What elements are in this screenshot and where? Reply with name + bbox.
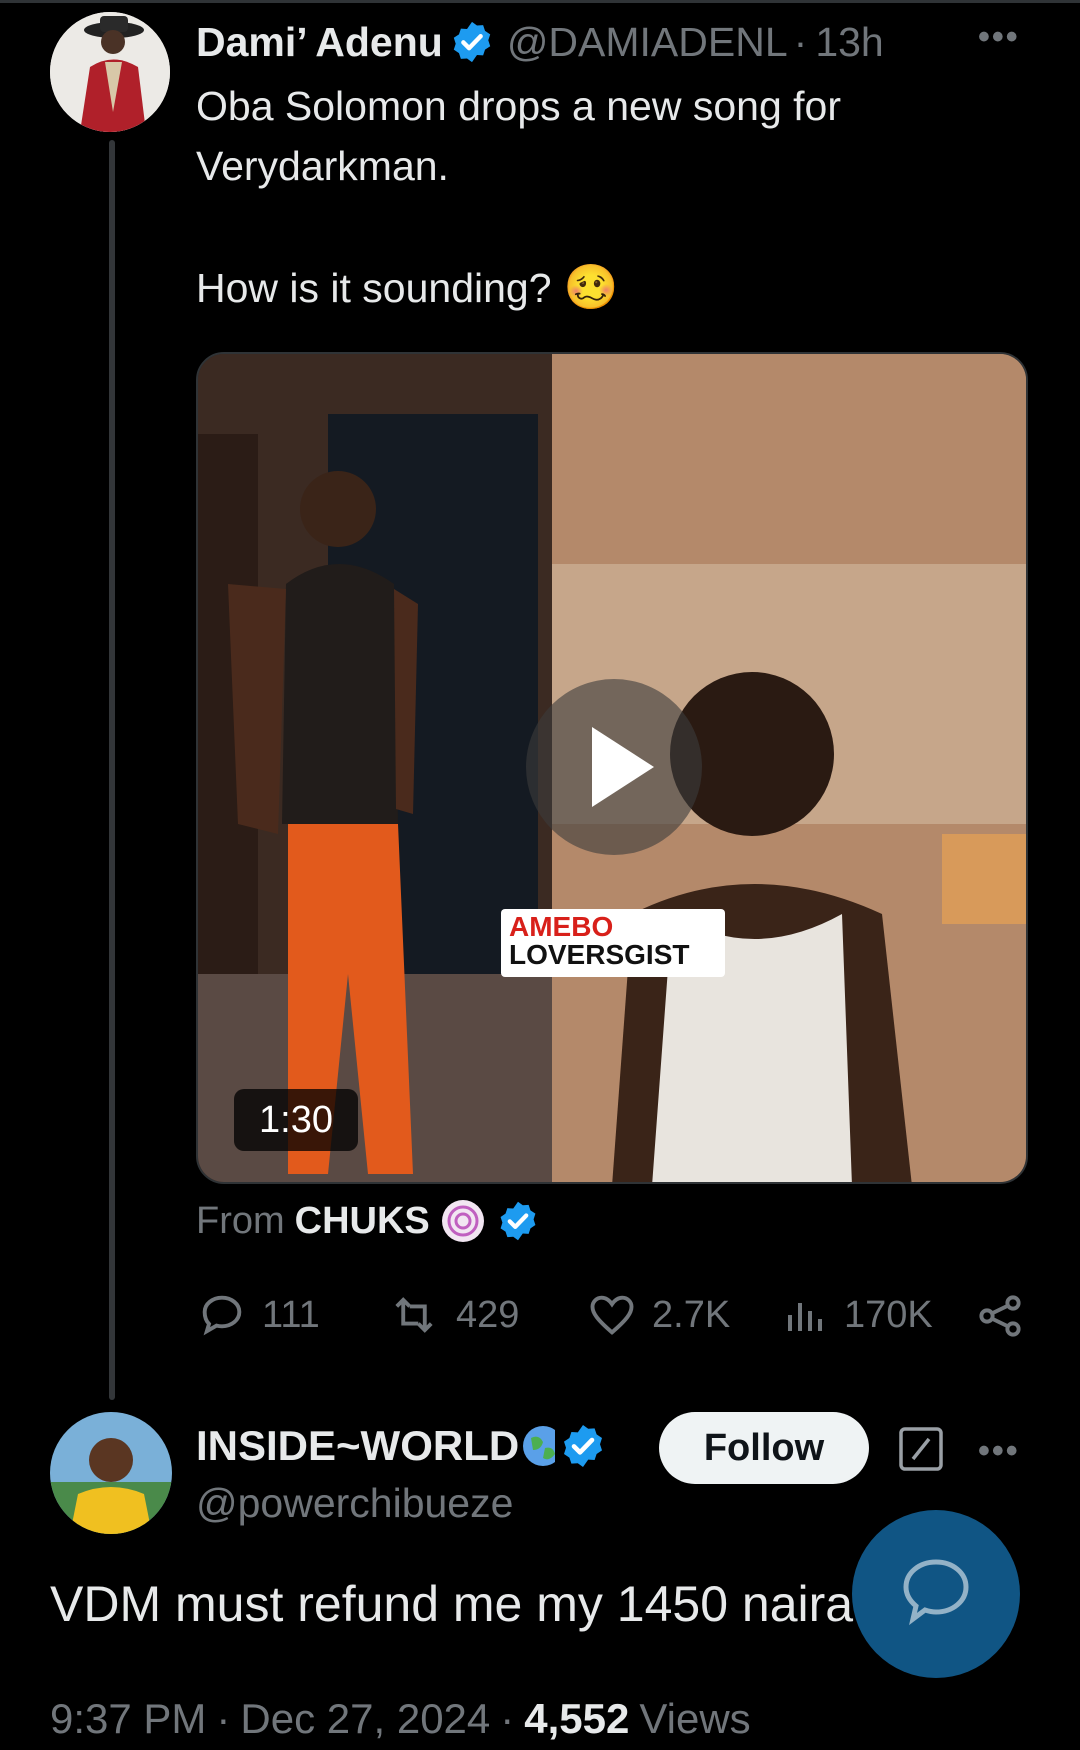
tweet-text: Oba Solomon drops a new song for Verydar… bbox=[196, 76, 1026, 196]
like-action[interactable]: 2.7K bbox=[586, 1290, 730, 1340]
follow-button[interactable]: Follow bbox=[659, 1412, 869, 1484]
tweet-more-icon[interactable]: ••• bbox=[978, 18, 1020, 57]
heart-icon bbox=[590, 1295, 634, 1335]
author-handle[interactable]: @DAMIADENL bbox=[507, 19, 788, 66]
reply-header: INSIDE~WORLD bbox=[196, 1418, 607, 1474]
top-divider bbox=[0, 0, 1080, 3]
reply-meta: 9:37 PM · Dec 27, 2024 · 4,552 Views bbox=[50, 1695, 751, 1743]
floating-reply-button[interactable] bbox=[852, 1510, 1020, 1678]
author-avatar[interactable] bbox=[50, 12, 170, 132]
tweet-text-line-3: How is it sounding? bbox=[196, 265, 552, 311]
reply-count: 111 bbox=[262, 1293, 320, 1336]
play-icon bbox=[592, 727, 654, 807]
reply-views-label: Views bbox=[639, 1695, 751, 1742]
video-player[interactable]: AMEBO LOVERSGIST 1:30 bbox=[196, 352, 1028, 1184]
meta-separator-1: · bbox=[216, 1695, 231, 1742]
watermark-line-1: AMEBO bbox=[509, 911, 614, 942]
globe-icon bbox=[521, 1424, 556, 1468]
video-left-figure bbox=[198, 354, 552, 1182]
meta-separator-2: · bbox=[500, 1695, 515, 1742]
reply-icon bbox=[202, 1295, 242, 1336]
reply-date[interactable]: Dec 27, 2024 bbox=[240, 1695, 490, 1743]
reply-avatar-image bbox=[50, 1412, 172, 1534]
watermark-line-2: LOVERSGIST bbox=[509, 939, 690, 970]
watermark-logo: AMEBO LOVERSGIST bbox=[501, 909, 725, 977]
views-count: 170K bbox=[844, 1293, 933, 1336]
reply-author-avatar[interactable] bbox=[50, 1412, 172, 1534]
tweet-text-line-1: Oba Solomon drops a new song for bbox=[196, 83, 841, 129]
thread-connector-line bbox=[109, 140, 115, 1400]
tweet-text-line-2: Verydarkman. bbox=[196, 143, 449, 189]
verified-badge-icon bbox=[449, 19, 495, 65]
avatar-person-image bbox=[50, 12, 170, 132]
reply-action[interactable]: 111 bbox=[196, 1290, 320, 1340]
reply-time[interactable]: 9:37 PM bbox=[50, 1695, 206, 1743]
video-source-attribution[interactable]: From CHUKS bbox=[196, 1198, 540, 1244]
reply-more-icon[interactable]: ••• bbox=[978, 1432, 1020, 1471]
repost-action[interactable]: 429 bbox=[386, 1290, 519, 1340]
reply-author-handle[interactable]: @powerchibueze bbox=[196, 1480, 513, 1527]
like-count: 2.7K bbox=[652, 1293, 731, 1336]
video-duration-badge: 1:30 bbox=[234, 1089, 358, 1151]
reply-views-count: 4,552 bbox=[524, 1695, 630, 1742]
author-name[interactable]: Dami’ Adenu bbox=[196, 19, 443, 66]
reply-author-name[interactable]: INSIDE~WORLD bbox=[196, 1422, 519, 1470]
reply-text: VDM must refund me my 1450 naira bbox=[50, 1576, 854, 1632]
swirl-icon bbox=[440, 1198, 486, 1244]
chat-bubble-icon bbox=[903, 1559, 969, 1626]
tweet-time[interactable]: 13h bbox=[815, 19, 883, 66]
views-action[interactable]: 170K bbox=[782, 1290, 933, 1340]
share-icon[interactable] bbox=[974, 1290, 1026, 1347]
source-verified-badge-icon bbox=[496, 1199, 540, 1243]
from-source-name[interactable]: CHUKS bbox=[295, 1200, 430, 1243]
views-chart-icon bbox=[788, 1303, 822, 1331]
tweet-question: How is it sounding? 🥴 bbox=[196, 258, 618, 318]
repost-icon bbox=[395, 1297, 433, 1333]
from-prefix: From bbox=[196, 1199, 285, 1242]
video-left-frame bbox=[198, 354, 552, 1182]
play-button[interactable] bbox=[526, 679, 702, 855]
grok-icon[interactable] bbox=[897, 1425, 945, 1478]
tweet-header: Dami’ Adenu @DAMIADENL · 13h bbox=[196, 14, 1026, 70]
header-separator: · bbox=[793, 18, 808, 65]
woozy-face-emoji: 🥴 bbox=[563, 262, 619, 313]
reply-verified-badge-icon bbox=[559, 1422, 607, 1470]
repost-count: 429 bbox=[456, 1293, 520, 1336]
